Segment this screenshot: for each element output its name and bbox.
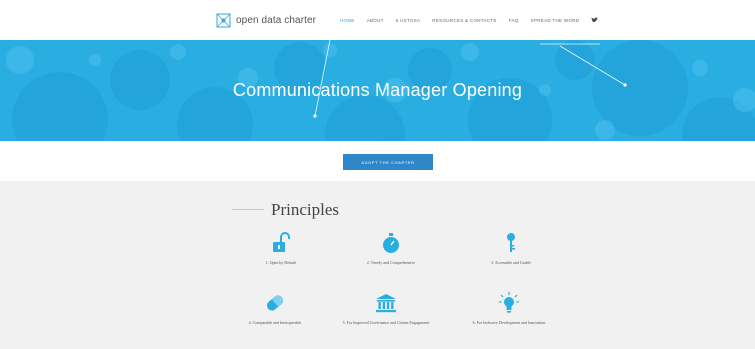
logo-text: open data charter	[236, 15, 317, 26]
nav-item-home[interactable]: Home	[340, 18, 355, 23]
hero-title: Communications Manager Opening	[232, 80, 523, 100]
unlocked-padlock-icon	[273, 232, 290, 252]
nav-item-faq[interactable]: FAQ	[509, 18, 519, 23]
main-nav: Home About 6 Ustosa Resources & Contacts…	[340, 17, 599, 23]
page: open data charter Home About 6 Ustosa Re…	[0, 0, 755, 349]
principle-label: 5. For Improved Governance and Citizen E…	[342, 320, 430, 325]
nav-item-about[interactable]: About	[367, 18, 384, 23]
principle-item[interactable]: 6. For Inclusive Development and Innovat…	[444, 292, 574, 326]
hero-banner: Communications Manager Opening	[0, 40, 755, 141]
capsule-icon	[266, 295, 284, 311]
principle-item[interactable]: 2. Timely and Comprehensive	[326, 232, 456, 266]
logo[interactable]: open data charter	[216, 13, 316, 28]
light-bulb-icon	[499, 292, 519, 313]
nav-item-resources[interactable]: Resources & Contacts	[432, 18, 496, 23]
government-building-icon	[376, 294, 396, 313]
principles-section: Principles 1. Open by Default 2. Timely …	[0, 181, 755, 349]
principle-label: 6. For Inclusive Development and Innovat…	[472, 320, 546, 325]
cta-section: Adopt the Charter	[0, 141, 755, 181]
adopt-charter-button[interactable]: Adopt the Charter	[343, 154, 433, 170]
principle-item[interactable]: 3. Accessible and Usable	[446, 232, 576, 266]
principle-item[interactable]: 5. For Improved Governance and Citizen E…	[321, 292, 451, 326]
principles-title: Principles	[271, 200, 339, 219]
stopwatch-icon	[383, 233, 399, 253]
logo-mark-icon	[216, 13, 231, 28]
site-header: open data charter Home About 6 Ustosa Re…	[0, 0, 755, 40]
principle-label: 2. Timely and Comprehensive	[366, 260, 416, 265]
nav-item-principles[interactable]: 6 Ustosa	[396, 18, 421, 23]
twitter-bird-icon[interactable]	[591, 17, 599, 23]
principle-label: 3. Accessible and Usable	[491, 260, 531, 265]
nav-item-spread-the-word[interactable]: Spread the Word	[531, 18, 580, 23]
key-icon	[507, 233, 515, 252]
title-divider	[232, 209, 264, 210]
